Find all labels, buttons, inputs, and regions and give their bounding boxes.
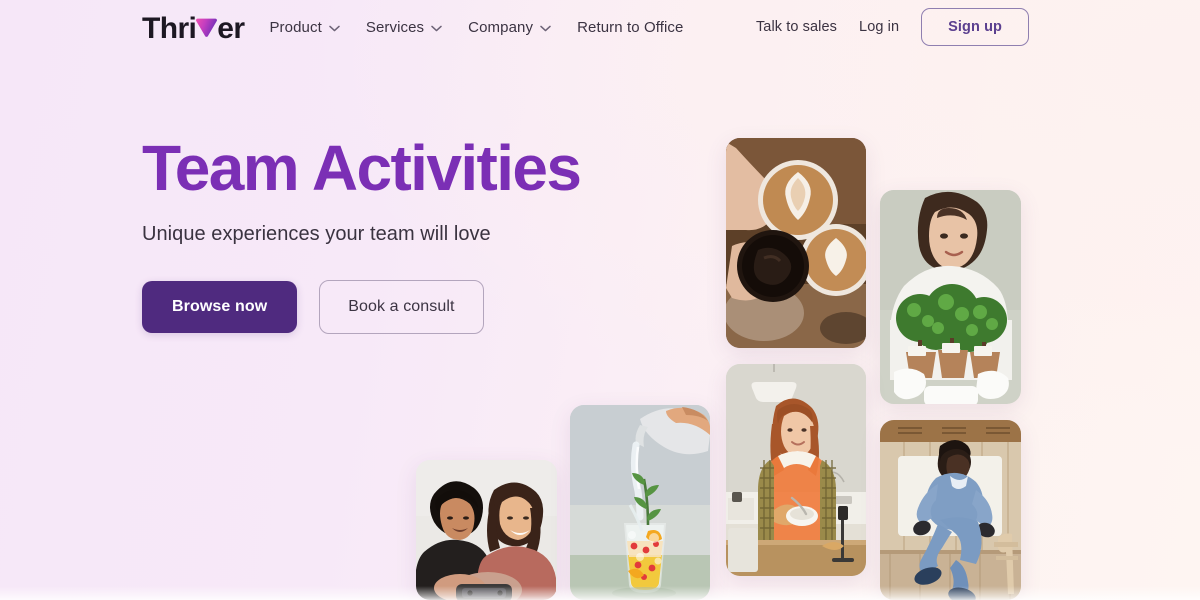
chevron-down-icon: [329, 19, 340, 36]
collage-image-cooking-class[interactable]: [726, 364, 866, 576]
log-in-link[interactable]: Log in: [859, 19, 899, 35]
logo-triangle-icon: [196, 8, 218, 38]
nav-item-services[interactable]: Services: [366, 19, 442, 36]
chevron-down-icon: [431, 19, 442, 36]
hero-cta-row: Browse now Book a consult: [142, 280, 612, 335]
book-a-consult-button[interactable]: Book a consult: [319, 280, 484, 335]
chevron-down-icon: [540, 19, 551, 36]
collage-image-coffee-cups[interactable]: [726, 138, 866, 348]
nav-item-product[interactable]: Product: [269, 18, 340, 36]
nav-left-group: Thri er Product Services Company Return …: [142, 8, 683, 46]
nav-item-product-label: Product: [269, 18, 322, 36]
hero-content: Team Activities Unique experiences your …: [142, 132, 612, 335]
logo-text-after: er: [217, 12, 245, 45]
nav-item-return-to-office[interactable]: Return to Office: [577, 19, 683, 36]
nav-item-company-label: Company: [468, 18, 534, 36]
collage-image-plant-workshop[interactable]: [880, 190, 1021, 404]
logo-text-before: Thri: [142, 12, 197, 45]
collage-image-dance-class[interactable]: [880, 420, 1021, 600]
top-navigation-bar: Thri er Product Services Company Return …: [0, 0, 1200, 54]
collage-image-mocktail-pour[interactable]: [570, 405, 710, 600]
browse-now-button[interactable]: Browse now: [142, 281, 298, 334]
talk-to-sales-link[interactable]: Talk to sales: [756, 19, 837, 35]
collage-image-gaming-duo[interactable]: [416, 460, 557, 600]
brand-logo[interactable]: Thri er: [142, 8, 245, 46]
page-title: Team Activities: [142, 132, 582, 204]
sign-up-button[interactable]: Sign up: [921, 8, 1029, 46]
nav-links: Product Services Company Return to Offic…: [269, 19, 683, 36]
nav-item-services-label: Services: [365, 18, 425, 36]
nav-right-group: Talk to sales Log in Sign up: [756, 8, 1029, 46]
hero-page: Thri er Product Services Company Return …: [0, 0, 1200, 600]
nav-item-return-to-office-label: Return to Office: [577, 18, 684, 36]
hero-subtitle: Unique experiences your team will love: [142, 223, 491, 246]
nav-item-company[interactable]: Company: [468, 19, 551, 36]
